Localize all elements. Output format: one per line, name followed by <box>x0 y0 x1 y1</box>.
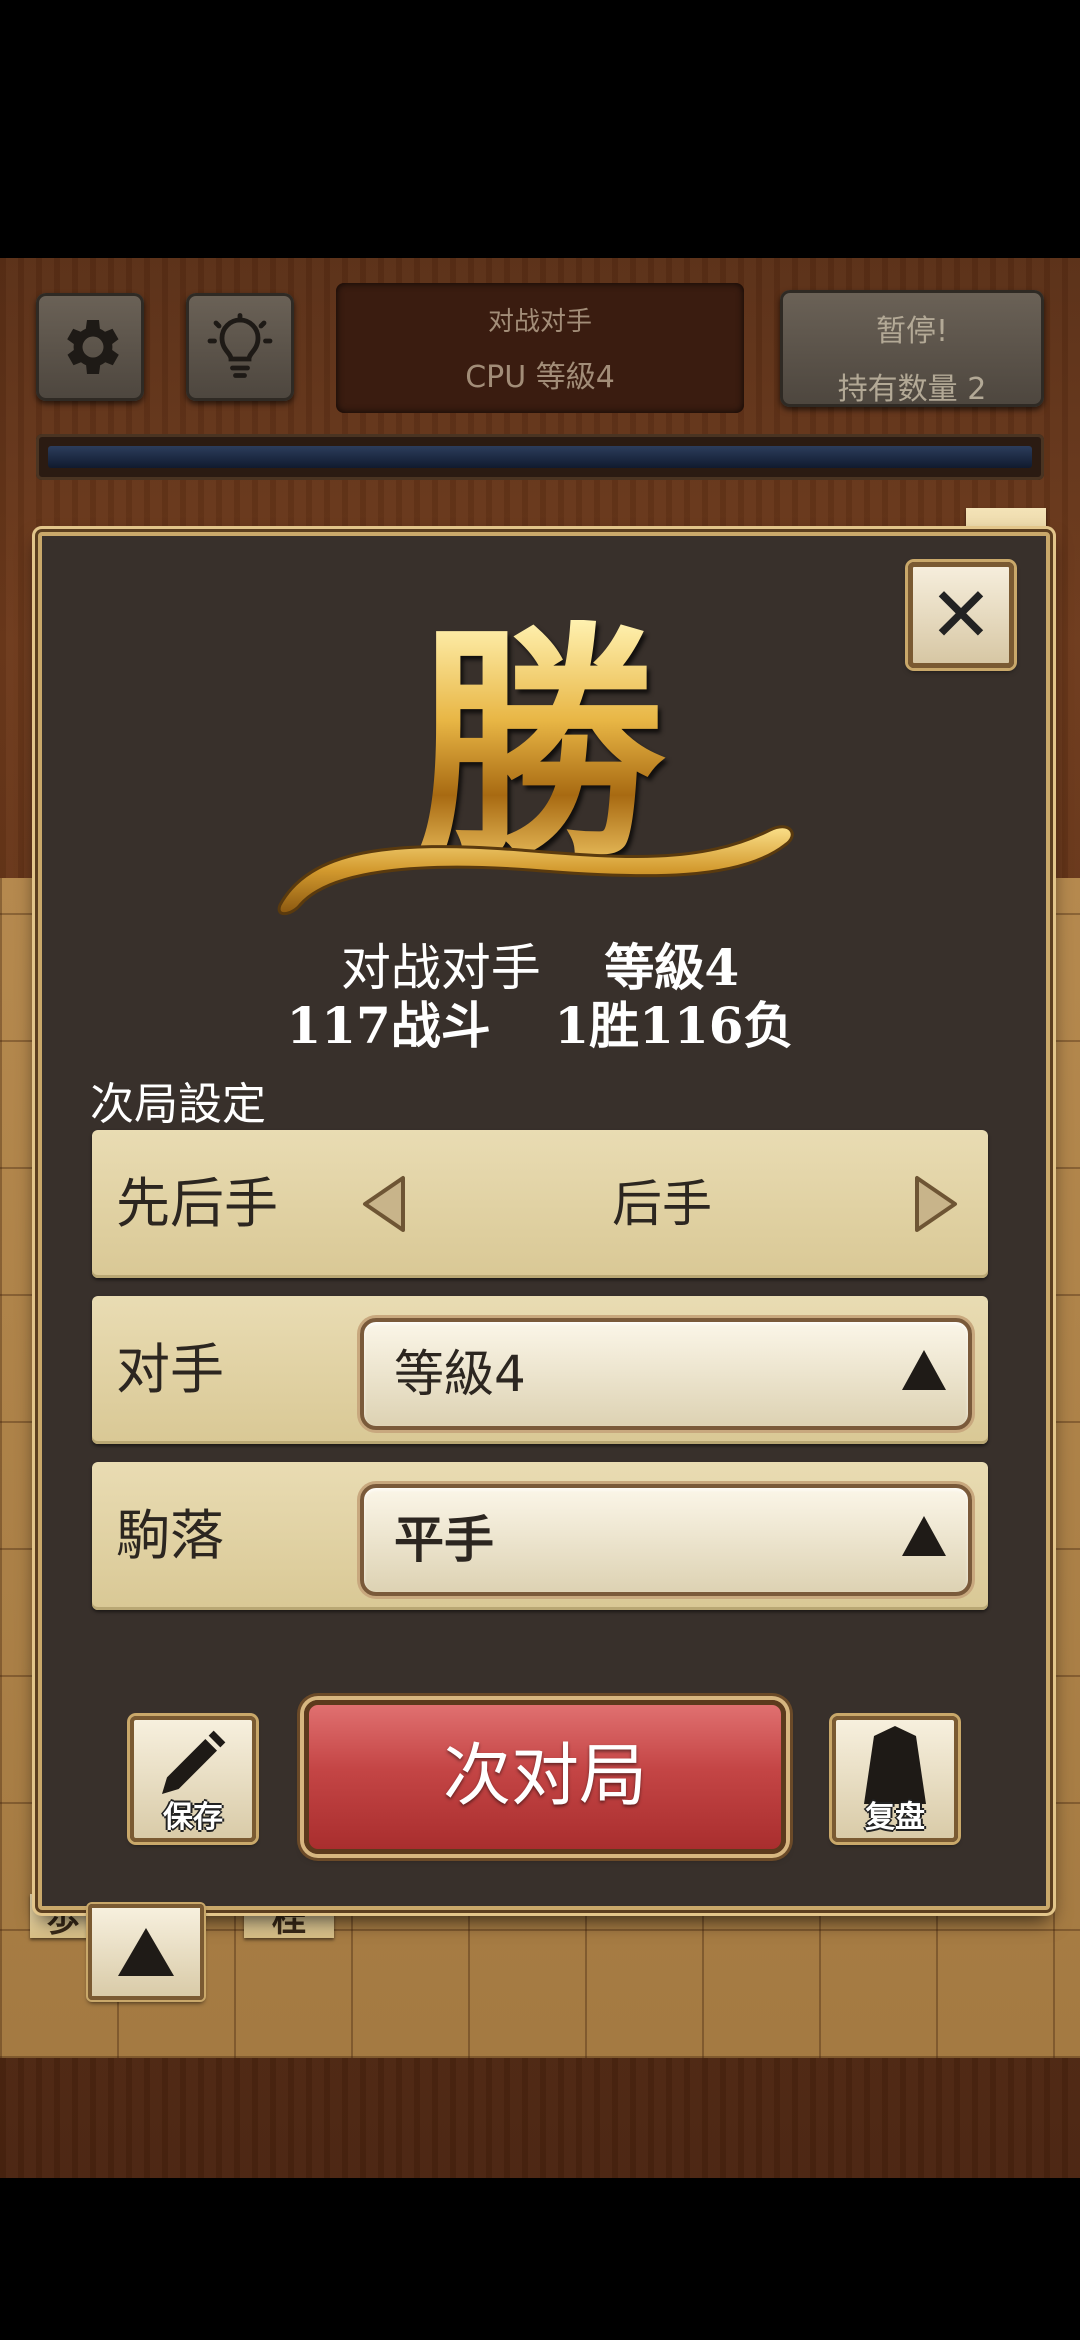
handicap-row-label: 駒落 <box>116 1504 224 1567</box>
review-button[interactable]: 复盘 <box>832 1716 958 1842</box>
gear-icon <box>67 320 119 374</box>
triangle-right-icon <box>915 1176 957 1232</box>
save-button[interactable]: 保存 <box>130 1716 256 1842</box>
stats-battles: 117战斗 <box>286 996 491 1055</box>
close-icon: ✕ <box>929 570 993 659</box>
triangle-up-icon <box>118 1928 174 1976</box>
review-label: 复盘 <box>865 1800 925 1835</box>
next-game-button[interactable]: 次对局 <box>304 1700 786 1854</box>
close-button[interactable]: ✕ <box>908 562 1014 668</box>
next-settings-label: 次局設定 <box>90 1079 266 1130</box>
opponent-level-select[interactable]: 等級4 <box>360 1318 972 1430</box>
pause-count: 持有数量 2 <box>837 372 987 407</box>
opponent-row: 对手 等級4 <box>92 1296 988 1444</box>
handicap-select[interactable]: 平手 <box>360 1484 972 1596</box>
stats-line-1: 对战对手 等級4 <box>0 938 1080 997</box>
pause-label: 暂停! <box>875 314 949 349</box>
turn-order-prev-button[interactable] <box>354 1130 414 1278</box>
opponent-info: 对战对手 CPU 等級4 <box>336 283 744 413</box>
progress-bar <box>36 434 1044 480</box>
caret-up-icon <box>902 1350 946 1390</box>
stats-line-2: 117战斗 1胜116负 <box>0 998 1080 1054</box>
hint-button[interactable] <box>186 293 294 401</box>
turn-order-label: 先后手 <box>116 1172 278 1235</box>
handicap-value: 平手 <box>394 1510 494 1569</box>
stats-opponent-value: 等級4 <box>604 938 740 997</box>
win-emblem: 勝 <box>270 620 810 920</box>
triangle-left-icon <box>363 1176 405 1232</box>
opponent-row-label: 对手 <box>116 1338 224 1401</box>
pause-button[interactable]: 暂停! 持有数量 2 <box>780 290 1044 407</box>
turn-order-next-button[interactable] <box>906 1130 966 1278</box>
save-label: 保存 <box>163 1800 223 1835</box>
settings-button[interactable] <box>36 293 144 401</box>
caret-up-icon <box>902 1516 946 1556</box>
turn-order-row: 先后手 后手 <box>92 1130 988 1278</box>
opponent-level-value: 等級4 <box>394 1345 526 1403</box>
stats-opponent-label: 对战对手 <box>340 939 541 997</box>
handicap-row: 駒落 平手 <box>92 1462 988 1610</box>
flourish-ornament <box>277 825 794 916</box>
progress-fill <box>48 446 1032 468</box>
scroll-up-button[interactable] <box>88 1904 204 2000</box>
turn-order-value: 后手 <box>612 1175 712 1233</box>
stats-record: 1胜116负 <box>554 996 794 1055</box>
opponent-value: CPU 等級4 <box>465 360 615 395</box>
opponent-title: 对战对手 <box>487 307 592 337</box>
lightbulb-icon <box>207 313 273 378</box>
